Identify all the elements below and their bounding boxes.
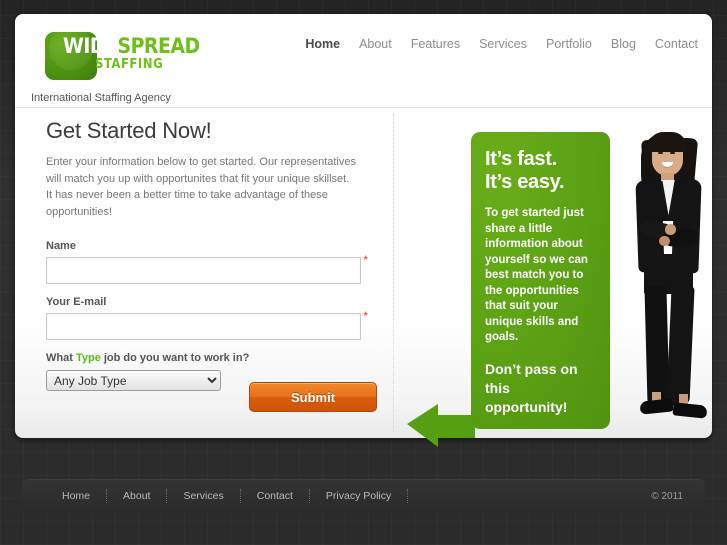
footer-link-about[interactable]: About — [107, 490, 166, 502]
footer-link-privacy-policy[interactable]: Privacy Policy — [310, 490, 407, 502]
copyright-text: © 2011 — [651, 490, 683, 502]
jobtype-question-label: What Type job do you want to work in? — [46, 352, 376, 364]
main-navigation: Home About Features Services Portfolio B… — [305, 37, 698, 51]
logo-wordmark: WIDESPREAD STAFFING — [63, 34, 200, 72]
nav-item-services[interactable]: Services — [479, 37, 527, 51]
site-header: WIDESPREAD STAFFING International Staffi… — [15, 14, 712, 108]
promo-headline-line2: It’s easy. — [485, 171, 565, 193]
footer-link-home[interactable]: Home — [46, 490, 106, 502]
name-field-row: * — [46, 254, 368, 284]
nav-item-about[interactable]: About — [359, 37, 392, 51]
email-field-label: Your E-mail — [46, 296, 107, 308]
site-logo[interactable]: WIDESPREAD STAFFING — [31, 26, 221, 88]
nav-item-portfolio[interactable]: Portfolio — [546, 37, 592, 51]
site-tagline: International Staffing Agency — [31, 92, 171, 104]
email-required-asterisk: * — [363, 309, 368, 323]
logo-word-spread: SPREAD — [117, 34, 200, 58]
jobtype-question-part2: job do you want to work in? — [100, 352, 250, 364]
email-field-row: * — [46, 310, 368, 340]
signup-form-column: Get Started Now! Enter your information … — [46, 118, 377, 412]
logo-word-staffing: STAFFING — [95, 57, 164, 72]
businesswoman-photo — [615, 126, 719, 434]
page-title: Get Started Now! — [46, 118, 212, 143]
site-footer: Home About Services Contact Privacy Poli… — [22, 479, 705, 512]
jobtype-question-highlight: Type — [75, 352, 101, 364]
intro-paragraph: Enter your information below to get star… — [46, 156, 356, 218]
promo-body-text: To get started just share a little infor… — [485, 207, 588, 343]
jobtype-question-part1: What — [46, 352, 76, 364]
left-pointing-arrow-icon — [407, 404, 475, 447]
submit-button[interactable]: Submit — [249, 382, 377, 412]
promo-box: It’s fast. It’s easy. To get started jus… — [471, 132, 610, 429]
logo-word-wide: WIDE — [63, 34, 118, 58]
footer-link-services[interactable]: Services — [167, 490, 239, 502]
column-divider — [393, 114, 394, 432]
name-input[interactable] — [46, 257, 361, 284]
nav-item-features[interactable]: Features — [411, 37, 460, 51]
email-input[interactable] — [46, 313, 361, 340]
main-content-card: WIDESPREAD STAFFING International Staffi… — [15, 14, 712, 447]
footer-separator — [407, 489, 409, 503]
page-background: WIDESPREAD STAFFING International Staffi… — [0, 0, 727, 545]
nav-item-home[interactable]: Home — [305, 37, 340, 51]
name-required-asterisk: * — [363, 253, 368, 267]
promo-cta-text: Don’t pass on this opportunity! — [485, 360, 578, 415]
promo-headline-line1: It’s fast. — [485, 148, 557, 170]
nav-item-blog[interactable]: Blog — [611, 37, 636, 51]
footer-link-contact[interactable]: Contact — [241, 490, 309, 502]
jobtype-select[interactable]: Any Job Type — [46, 370, 221, 391]
header-divider — [15, 107, 712, 108]
content-area: Get Started Now! Enter your information … — [15, 110, 712, 447]
footer-navigation: Home About Services Contact Privacy Poli… — [46, 480, 409, 512]
nav-item-contact[interactable]: Contact — [655, 37, 698, 51]
name-field-label: Name — [46, 240, 76, 252]
promo-headline: It’s fast. It’s easy. — [485, 148, 596, 194]
